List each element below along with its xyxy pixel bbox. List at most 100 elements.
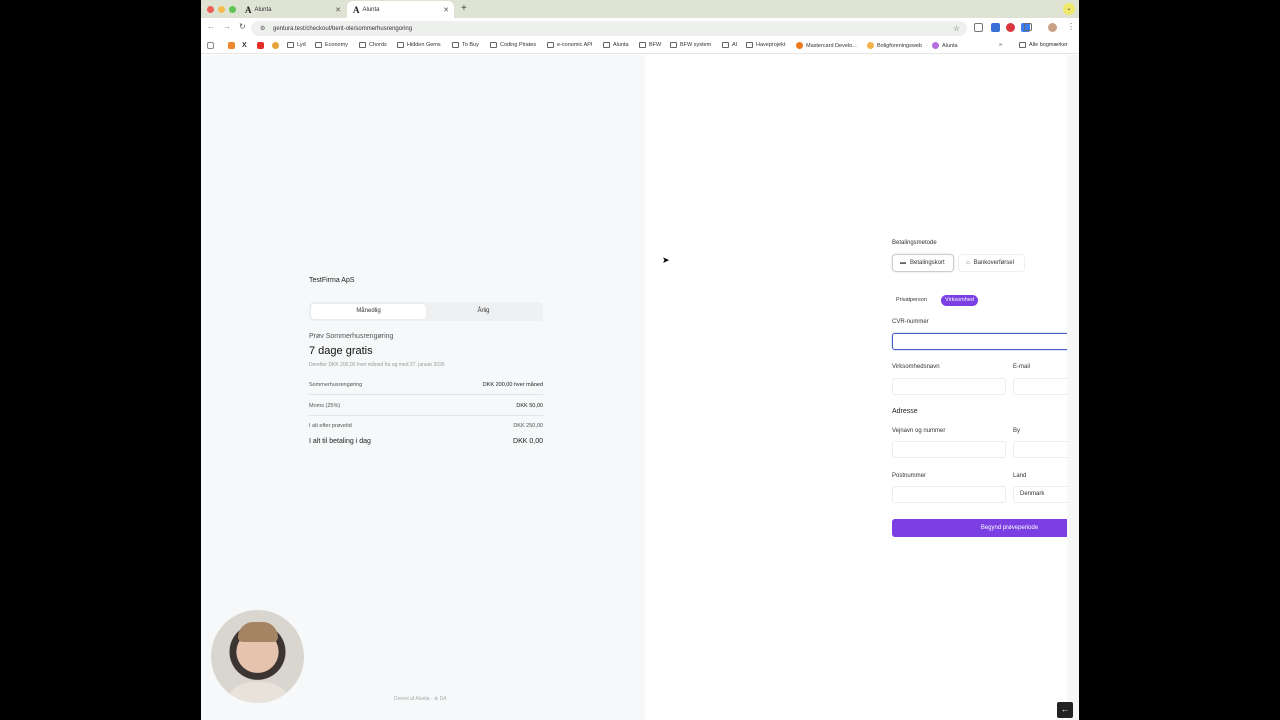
folder-icon [490, 42, 497, 48]
line-label: Sommerhusrengøring [309, 382, 363, 388]
order-summary-pane: TestFirma ApS Månedlig Årlig Prøv Sommer… [201, 55, 645, 720]
folder-icon [722, 42, 729, 48]
bookmark-folder[interactable]: AI [722, 42, 737, 48]
scrollbar-gutter[interactable] [1067, 55, 1079, 720]
trial-followup-text: Derefter DKK 200,00 hver måned fra og me… [309, 362, 445, 368]
total-due-today: I alt til betaling i dag DKK 0,00 [309, 438, 543, 445]
bookmark-link[interactable]: Boligforeningsweb [867, 42, 922, 49]
all-bookmarks-folder[interactable]: Alle bogmærker [1019, 42, 1068, 48]
folder-icon [287, 42, 294, 48]
profile-avatar[interactable] [1048, 23, 1057, 32]
bookmark-folder[interactable]: Economy [315, 42, 348, 48]
extension-blue-icon[interactable] [991, 23, 1000, 32]
bookmark-folder[interactable]: Coding Pirates [490, 42, 536, 48]
company-name: TestFirma ApS [309, 277, 355, 284]
address-bar[interactable]: ⚙ gentura.test/checkout/bent-ole/sommerh… [251, 21, 967, 36]
bookmarks-bar: X Lyd Economy Chords Hidden Gems To Buy … [201, 38, 1079, 54]
street-input[interactable] [892, 441, 1006, 458]
bookmark-link[interactable]: Mastercard Develo... [796, 42, 857, 49]
tab-title: Alunta [362, 6, 380, 13]
company-name-label: Virksomhedsnavn [892, 364, 940, 370]
postcode-label: Postnummer [892, 473, 927, 479]
webcam-overlay [211, 610, 304, 703]
customer-type-private[interactable]: Privatperson [892, 295, 931, 306]
email-label: E-mail [1013, 364, 1031, 370]
bookmark-folder[interactable]: e-conomic API [547, 42, 592, 48]
payment-card-button[interactable]: ▬ Betalingskort [892, 254, 954, 272]
bookmark-folder[interactable]: BFW [639, 42, 661, 48]
site-info-icon[interactable]: ⚙ [260, 25, 265, 32]
street-label: Vejnavn og nummer [892, 428, 946, 434]
bank-transfer-button[interactable]: ⌂ Bankoverførsel [958, 254, 1025, 272]
bookmark-folder[interactable]: Chords [359, 42, 387, 48]
cvr-label: CVR-nummer [892, 319, 929, 325]
folder-icon [315, 42, 322, 48]
bookmark-folder[interactable]: Alunta [603, 42, 629, 48]
folder-icon [639, 42, 646, 48]
bookmark-folder[interactable]: BFW system [670, 42, 711, 48]
extension-red-icon[interactable] [1006, 23, 1015, 32]
start-trial-button[interactable]: Begynd prøveperiode [892, 519, 1079, 537]
line-value: DKK 250,00 [513, 423, 543, 429]
line-label: I alt til betaling i dag [309, 438, 371, 445]
close-tab-icon[interactable]: ✕ [443, 6, 449, 14]
bookmark-link[interactable]: Alunta [932, 42, 958, 49]
boligforening-icon [867, 42, 874, 49]
customer-type-business[interactable]: Virksomhed [941, 295, 978, 306]
alunta-bookmark-icon [932, 42, 939, 49]
postcode-input[interactable] [892, 486, 1006, 503]
billing-interval-toggle: Månedlig Årlig [309, 302, 543, 321]
bookmark-star-icon[interactable]: ☆ [953, 24, 960, 33]
minimize-window-icon[interactable] [218, 6, 225, 13]
credit-card-icon: ▬ [900, 260, 906, 266]
payment-method-label: Betalingsmetode [892, 240, 937, 246]
url-text: gentura.test/checkout/bent-ole/sommerhus… [273, 25, 413, 32]
forward-icon[interactable]: → [223, 22, 231, 31]
folder-icon [670, 42, 677, 48]
youtube-icon[interactable] [257, 42, 264, 49]
maximize-window-icon[interactable] [229, 6, 236, 13]
bookmark-folder[interactable]: Haveprojekt [746, 42, 785, 48]
tab-yearly[interactable]: Årlig [426, 304, 541, 319]
tab-search-icon[interactable]: ⌄ [1063, 3, 1075, 15]
tab-alunta-2[interactable]: A Alunta ✕ [347, 1, 454, 18]
city-label: By [1013, 428, 1021, 434]
bookmark-folder[interactable]: Lyd [287, 42, 306, 48]
webcam-shoulders [223, 682, 293, 703]
cvr-input[interactable] [892, 333, 1079, 350]
line-item: Sommerhusrengøring DKK 200,00 hver måned [309, 382, 543, 388]
webcam-hair [238, 622, 278, 642]
bookmark-folder[interactable]: Hidden Gems [397, 42, 441, 48]
bookmark-orange-icon[interactable] [228, 42, 235, 49]
powered-by-footer[interactable]: Drevet af Alunta · ⊕ DA [394, 696, 447, 702]
bookmark-folder[interactable]: To Buy [452, 42, 479, 48]
tab-alunta-1[interactable]: A Alunta ✕ [239, 1, 346, 18]
extensions-puzzle-icon[interactable] [1024, 23, 1032, 31]
camera-extension-icon[interactable] [974, 23, 983, 32]
folder-icon [603, 42, 610, 48]
company-name-input[interactable] [892, 378, 1006, 395]
collapse-arrow-icon[interactable]: ← [1057, 702, 1073, 718]
new-tab-icon[interactable]: + [461, 3, 467, 14]
folder-icon [359, 42, 366, 48]
folder-icon [547, 42, 554, 48]
reload-icon[interactable]: ↻ [239, 22, 246, 31]
divider [309, 394, 543, 395]
close-tab-icon[interactable]: ✕ [335, 6, 341, 14]
folder-icon [1019, 42, 1026, 48]
checkout-form-pane: Betalingsmetode ▬ Betalingskort ⌂ Bankov… [645, 55, 1079, 720]
close-window-icon[interactable] [207, 6, 214, 13]
x-logo-icon[interactable]: X [242, 42, 247, 49]
kebab-menu-icon[interactable]: ⋮ [1067, 22, 1075, 31]
apps-grid-icon[interactable] [207, 42, 214, 49]
bookmark-round-icon[interactable] [272, 42, 279, 49]
browser-window: A Alunta ✕ A Alunta ✕ + ⌄ ← → ↻ ⚙ gentur… [201, 0, 1079, 720]
line-value: DKK 50,00 [516, 403, 543, 409]
trial-title: 7 dage gratis [309, 345, 373, 357]
tab-monthly[interactable]: Månedlig [311, 304, 426, 319]
alunta-favicon-icon: A [353, 4, 360, 15]
bookmarks-overflow-icon[interactable]: » [999, 42, 1002, 48]
line-label: I alt efter prøvetid [309, 423, 352, 429]
address-heading: Adresse [892, 408, 918, 415]
back-icon[interactable]: ← [207, 22, 215, 31]
